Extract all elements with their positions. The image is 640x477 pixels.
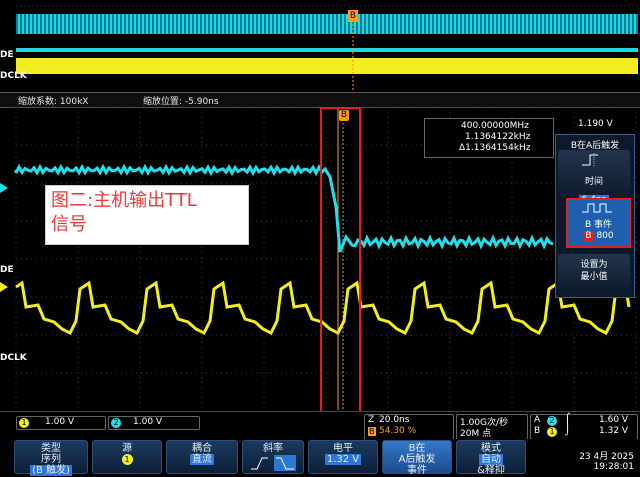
clock-box: 23 4月 2025 19:28:01 (562, 449, 634, 473)
b-badge: B (583, 231, 594, 241)
annotation-text: 图二:主机输出TTL 信号 (51, 190, 197, 235)
source-value: 1 (121, 454, 133, 465)
type-sub-wrap: (B 触发) (15, 465, 87, 476)
b-sub: 事件 (407, 465, 427, 476)
horizontal-box[interactable]: Z 20.0ns B 54.30 % (364, 414, 454, 440)
date: 23 4月 2025 (579, 452, 634, 462)
time-label: 时间 (584, 177, 603, 187)
trig-a-level: 1.60 V (599, 415, 629, 425)
b-event-value: B 800 (583, 231, 614, 241)
menu-level[interactable]: 电平 1.32 V (308, 440, 378, 474)
type-value: 序列 (41, 454, 61, 465)
ch2-badge: 2 (111, 418, 121, 428)
level-value: 1.32 V (324, 454, 362, 465)
overview-label-dclk: DCLK (0, 71, 27, 81)
time-div: 20.0ns (379, 415, 410, 425)
trig-a-label: A (534, 415, 541, 425)
freq-2: 1.1364122kHz (465, 132, 531, 142)
overview-strip: B DE DCLK (0, 0, 640, 92)
menu-slope[interactable]: 斜率 (242, 440, 304, 474)
overview-trigger-marker[interactable]: B (348, 10, 358, 22)
ch1-scale: 1.00 V (45, 417, 75, 427)
level-readout: 1.190 V (578, 119, 613, 129)
side-menu-set-min[interactable]: 设置为 最小值 (558, 254, 630, 290)
mode-label: 模式 (481, 443, 501, 454)
overview-waveforms (16, 5, 638, 92)
label-dclk: DCLK (0, 353, 27, 363)
z-icon: Z (368, 415, 375, 425)
type-label: 类型 (41, 443, 61, 454)
record-length: 20M 点 (460, 429, 492, 439)
menu-source[interactable]: 源 1 (92, 440, 162, 474)
trigger-box[interactable]: A 2 ⌠ 1.60 V B 1 ⌡ 1.32 V (530, 414, 638, 440)
slope-label: 斜率 (263, 443, 283, 454)
rising-slope-icon (251, 457, 268, 470)
set-min-label: 设置为 最小值 (580, 260, 608, 282)
time: 19:28:01 (593, 462, 634, 472)
side-menu-time[interactable]: 时间 6.4ns (558, 150, 630, 205)
b-event-label: B 事件 (584, 220, 613, 230)
menu-type[interactable]: 类型 序列 (B 触发) (14, 440, 88, 476)
ch1-scale-box[interactable]: 1 1.00 V (16, 416, 106, 430)
coupling-value-wrap: 直流 (167, 454, 237, 465)
rising-edge-icon: ⌠ (565, 414, 571, 425)
b-event-icon (582, 203, 612, 213)
level-label: 电平 (333, 443, 353, 454)
acquisition-box[interactable]: 1.00G次/秒 20M 点 (456, 414, 528, 440)
mode-value-wrap: 自动 (457, 454, 525, 465)
delay-icon: B (368, 427, 376, 436)
status-bar: 1 1.00 V 2 1.00 V Z 20.0ns B 54.30 % 1.0… (0, 411, 640, 440)
zoom-factor: 缩放系数: 100kX (18, 97, 89, 107)
overview-label-de: DE (0, 50, 14, 60)
highlight-box (320, 107, 361, 419)
side-menu-b-event[interactable]: B 事件 B 800 (566, 198, 631, 248)
freq-1: 400.00000MHz (461, 121, 529, 131)
type-sub: (B 触发) (30, 465, 72, 476)
mode-sub: &释抑 (477, 465, 505, 476)
measurement-readout: 400.00000MHz 1.1364122kHz Δ1.1364154kHz (424, 118, 554, 158)
zoom-info-bar: 缩放系数: 100kX 缩放位置: -5.90ns (0, 92, 640, 108)
delay: 54.30 % (379, 426, 417, 436)
level-value-wrap: 1.32 V (309, 454, 377, 465)
source-value-wrap: 1 (93, 454, 161, 465)
trig-b-label: B (534, 426, 541, 436)
coupling-value: 直流 (190, 454, 214, 465)
b-label: B在 (408, 443, 426, 454)
ch2-scale-box[interactable]: 2 1.00 V (108, 416, 200, 430)
menu-b-trigger[interactable]: B在 A后触发 事件 (382, 440, 452, 476)
ch2-scale: 1.00 V (133, 417, 163, 427)
time-trigger-icon (582, 153, 598, 167)
zoom-position: 缩放位置: -5.90ns (143, 97, 219, 107)
trig-a-src: 2 (547, 416, 557, 426)
trig-b-level: 1.32 V (599, 426, 629, 436)
mode-value: 自动 (479, 454, 503, 465)
label-de: DE (0, 265, 14, 275)
delta-freq: Δ1.1364154kHz (459, 143, 531, 153)
menu-coupling[interactable]: 耦合 直流 (166, 440, 238, 474)
b-value: A后触发 (398, 454, 436, 465)
falling-edge-icon: ⌡ (565, 425, 571, 436)
menu-mode[interactable]: 模式 自动 &释抑 (456, 440, 526, 476)
annotation-label: 图二:主机输出TTL 信号 (45, 185, 249, 245)
slope-icons (251, 455, 296, 471)
trig-b-src: 1 (547, 427, 557, 437)
ch1-badge: 1 (19, 418, 29, 428)
coupling-label: 耦合 (192, 443, 212, 454)
source-label: 源 (122, 443, 132, 454)
